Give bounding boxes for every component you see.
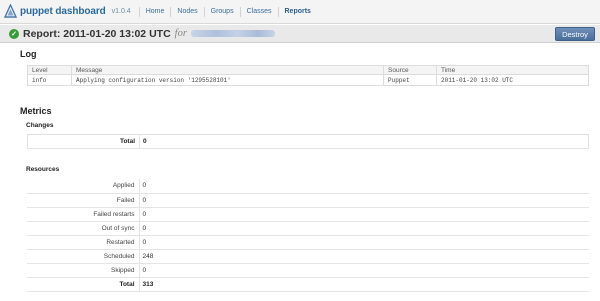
nav-link-nodes[interactable]: Nodes [170,6,203,17]
top-navbar: puppet dashboard v1.0.4 Home Nodes Group… [0,0,600,24]
metric-label: Failed restarts [27,207,140,222]
metric-label: Total [27,134,140,149]
table-row: Failed restarts 0 [27,207,589,222]
table-row: Total 313 [27,277,589,292]
resources-table: Applied 0 Failed 0 Failed restarts 0 Out… [27,179,589,292]
metric-value: 248 [139,249,589,264]
nav-link-reports[interactable]: Reports [277,6,317,17]
log-level-cell: info [27,74,72,86]
metric-label: Scheduled [27,249,140,264]
metric-label: Out of sync [27,221,140,236]
log-table: Level Message Source Time info Applying … [27,65,589,86]
table-row: Scheduled 248 [27,249,589,264]
for-label: for [174,28,187,39]
metric-value: 313 [139,277,589,292]
metric-label: Total [27,277,140,292]
log-col-time: Time [436,65,589,75]
log-message-cell: Applying configuration version '12955281… [71,74,384,86]
table-row: Restarted 0 [27,235,589,250]
resources-heading: Resources [26,166,60,173]
puppet-logo-icon [4,4,17,18]
page-title: Report: 2011-01-20 13:02 UTC [23,27,171,40]
table-row: Failed 0 [27,193,589,208]
main-nav: Home Nodes Groups Classes Reports [138,6,317,17]
metric-label: Restarted [27,235,140,250]
log-source-cell: Puppet [383,74,437,86]
metric-value: 0 [139,207,589,222]
log-col-source: Source [383,65,437,75]
metric-value: 0 [139,134,589,149]
log-header-row: Level Message Source Time [27,65,589,75]
metrics-heading: Metrics [20,106,52,116]
log-col-message: Message [71,65,384,75]
logo[interactable]: puppet dashboard [4,4,106,19]
metric-value: 0 [139,221,589,236]
changes-heading: Changes [26,122,54,129]
changes-table: Total 0 [27,134,589,149]
metric-value: 0 [139,179,589,194]
metric-value: 0 [139,235,589,250]
log-col-level: Level [27,65,72,75]
metric-label: Skipped [27,263,140,278]
log-time-cell: 2011-01-20 13:02 UTC [436,74,589,86]
node-hostname-link[interactable] [190,30,275,37]
metric-value: 0 [139,193,589,208]
success-check-icon: ✓ [9,28,19,39]
table-row: Total 0 [27,134,589,149]
app-version: v1.0.4 [111,8,131,15]
table-row: info Applying configuration version '129… [27,74,589,86]
report-header: ✓ Report: 2011-01-20 13:02 UTC for Destr… [0,25,600,43]
metric-value: 0 [139,263,589,278]
nav-link-groups[interactable]: Groups [203,6,240,17]
log-heading: Log [20,49,37,59]
destroy-button[interactable]: Destroy [555,27,595,41]
metric-label: Applied [27,179,140,194]
metric-label: Failed [27,193,140,208]
table-row: Skipped 0 [27,263,589,278]
nav-link-classes[interactable]: Classes [239,6,278,17]
brand-name: puppet dashboard [20,6,106,17]
table-row: Out of sync 0 [27,221,589,236]
nav-link-home[interactable]: Home [138,6,171,17]
table-row: Applied 0 [27,179,589,194]
